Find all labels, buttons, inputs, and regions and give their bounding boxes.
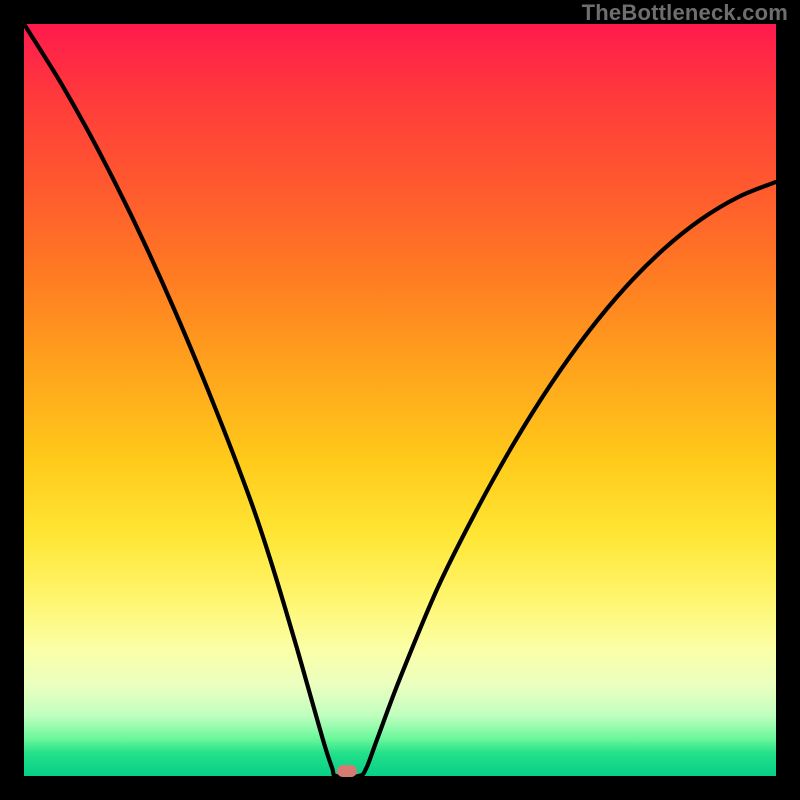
chart-frame: TheBottleneck.com (0, 0, 800, 800)
bottleneck-curve (24, 24, 776, 776)
watermark-text: TheBottleneck.com (582, 0, 788, 26)
plot-area (24, 24, 776, 776)
minimum-marker (337, 765, 357, 777)
